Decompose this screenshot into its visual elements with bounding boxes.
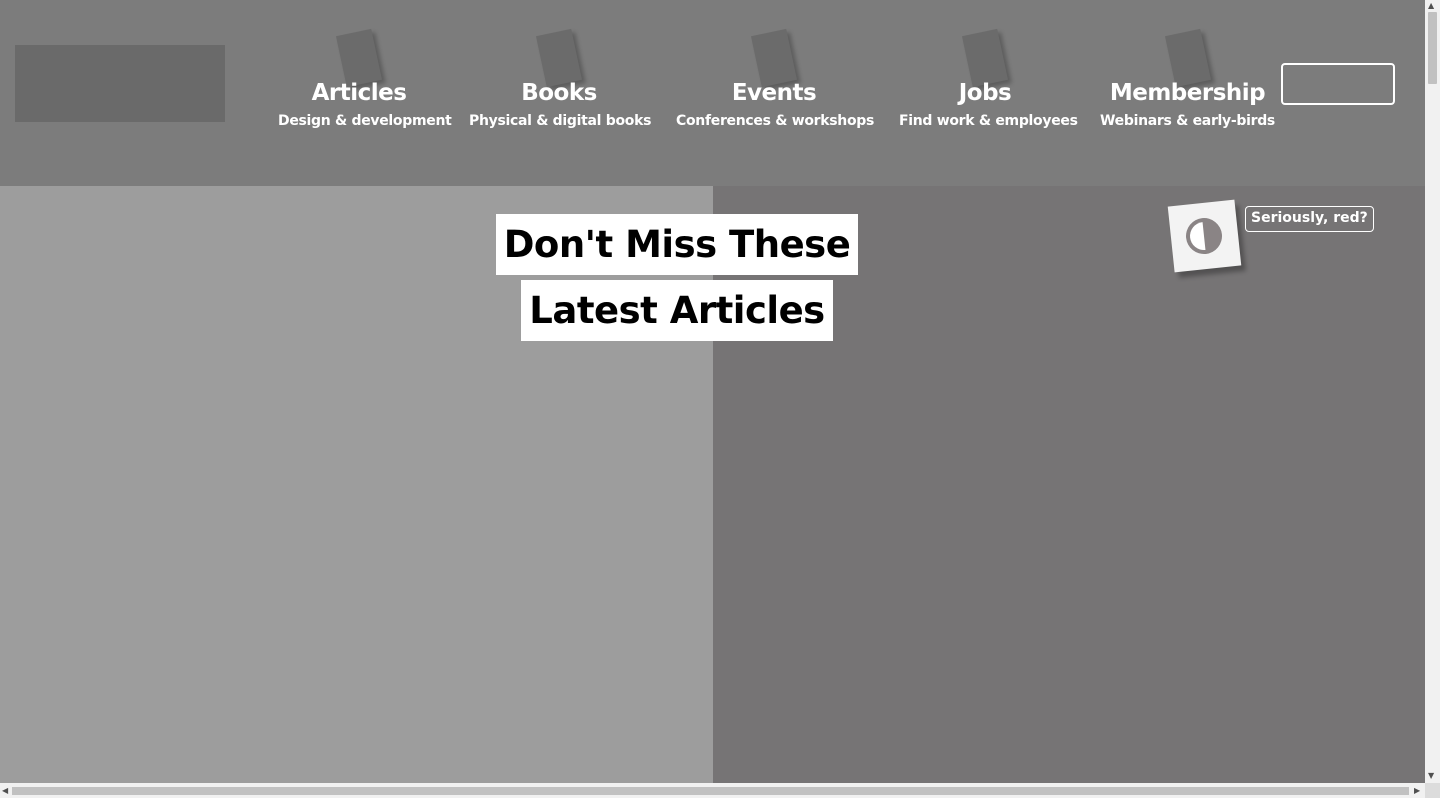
header-action-button[interactable] bbox=[1281, 63, 1395, 105]
nav-title: Events bbox=[731, 80, 817, 106]
page-heading: Don't Miss These Latest Articles bbox=[457, 212, 897, 344]
nav-card-icon bbox=[750, 28, 798, 88]
nav-subtitle: Conferences & workshops bbox=[676, 113, 875, 129]
scroll-right-icon[interactable]: ▶ bbox=[1414, 786, 1420, 796]
contrast-icon bbox=[1186, 218, 1223, 255]
horizontal-scroll-thumb[interactable] bbox=[12, 787, 1409, 795]
nav-item-articles[interactable]: Articles Design & development bbox=[278, 28, 452, 140]
nav-item-books[interactable]: Books Physical & digital books bbox=[469, 28, 652, 140]
nav-title: Jobs bbox=[958, 80, 1012, 106]
nav-item-jobs[interactable]: Jobs Find work & employees bbox=[899, 28, 1078, 140]
nav-subtitle: Design & development bbox=[278, 113, 452, 129]
theme-toggle-label: Seriously, red? bbox=[1245, 206, 1374, 232]
nav-subtitle: Find work & employees bbox=[899, 113, 1078, 129]
nav-item-events[interactable]: Events Conferences & workshops bbox=[676, 28, 875, 140]
nav-card-icon bbox=[961, 28, 1009, 88]
nav-card-icon bbox=[535, 28, 583, 88]
nav-card-icon bbox=[1164, 28, 1211, 88]
site-header: Articles Design & development Books Phys… bbox=[0, 0, 1425, 186]
site-logo[interactable] bbox=[15, 45, 225, 122]
vertical-scrollbar[interactable]: ▲ ▼ bbox=[1425, 0, 1440, 783]
nav-subtitle: Physical & digital books bbox=[469, 113, 652, 129]
heading-text: Don't Miss These Latest Articles bbox=[495, 214, 859, 341]
nav-subtitle: Webinars & early-birds bbox=[1100, 113, 1275, 129]
scrollbar-corner bbox=[1425, 783, 1440, 798]
nav-title: Articles bbox=[311, 80, 407, 106]
nav-card-icon bbox=[335, 28, 383, 88]
nav-item-membership[interactable]: Membership Webinars & early-birds bbox=[1100, 28, 1275, 140]
scroll-down-icon[interactable]: ▼ bbox=[1428, 771, 1434, 781]
scroll-up-icon[interactable]: ▲ bbox=[1428, 1, 1434, 11]
nav-title: Membership bbox=[1109, 80, 1266, 106]
nav-title: Books bbox=[521, 80, 597, 106]
theme-toggle-button[interactable] bbox=[1167, 199, 1242, 273]
vertical-scroll-thumb[interactable] bbox=[1428, 12, 1437, 84]
scroll-left-icon[interactable]: ◀ bbox=[2, 786, 8, 796]
horizontal-scrollbar[interactable]: ◀ ▶ bbox=[0, 783, 1425, 798]
